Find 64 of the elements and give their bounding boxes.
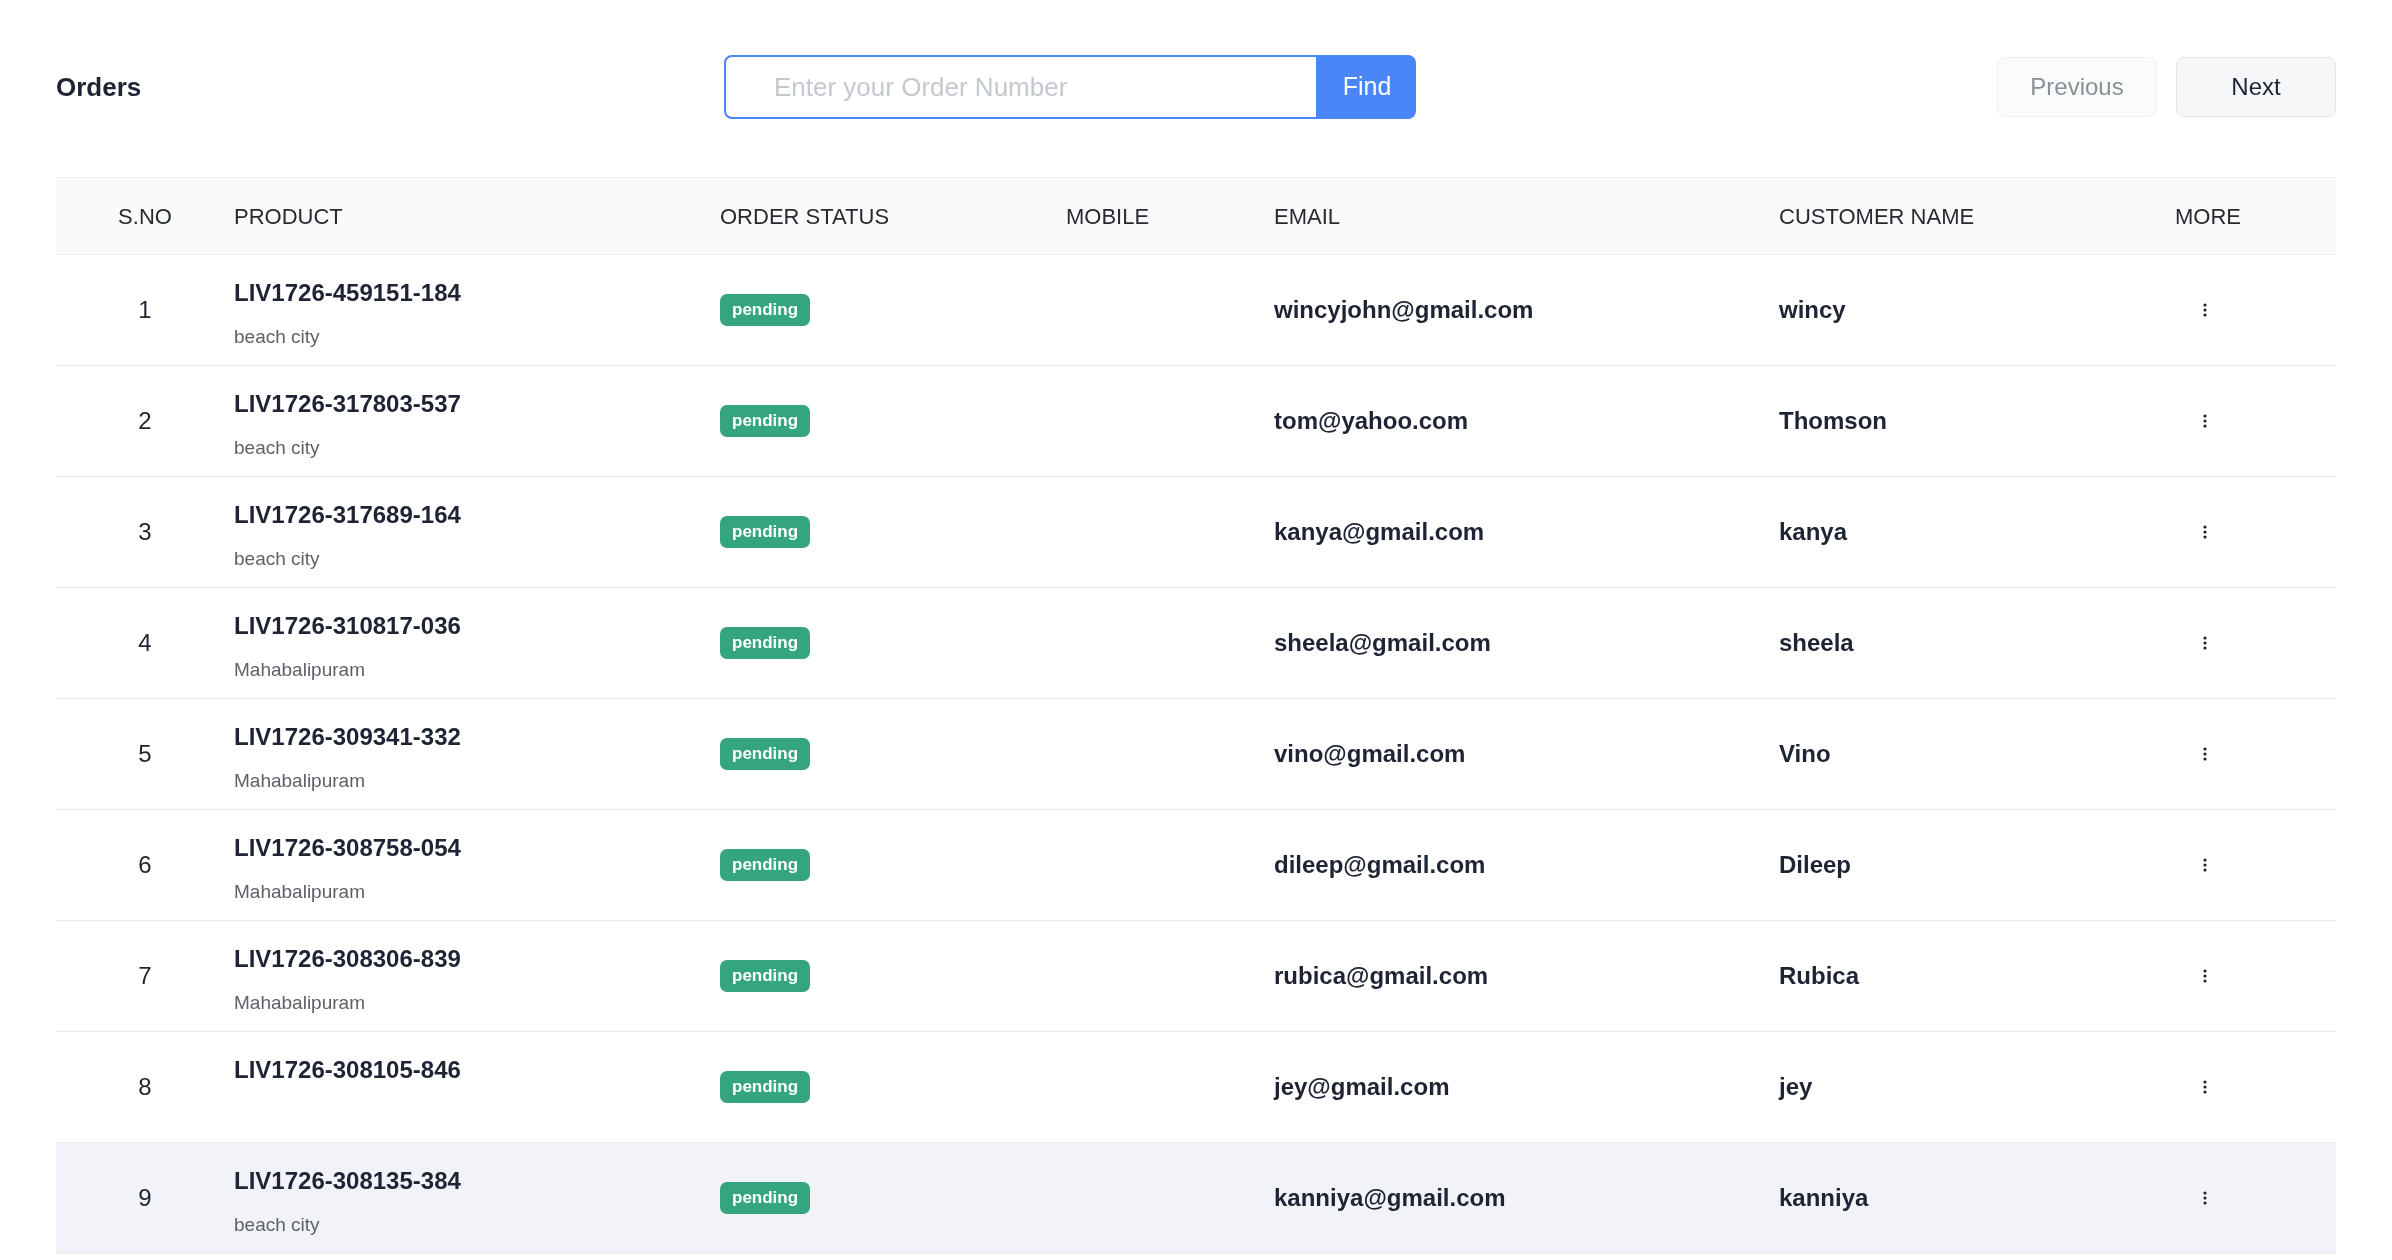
customer-name: kanniya <box>1779 1183 1869 1213</box>
email-text: dileep@gmail.com <box>1274 850 1486 880</box>
order-number: LIV1726-308105-846 <box>234 1055 461 1085</box>
status-badge: pending <box>720 1182 811 1214</box>
serial-number: 6 <box>138 850 152 880</box>
column-header: ORDER STATUS <box>720 202 890 231</box>
order-location: Mahabalipuram <box>234 769 365 793</box>
customer-name: sheela <box>1779 628 1854 658</box>
order-number: LIV1726-317803-537 <box>234 389 461 419</box>
customer-name: kanya <box>1779 517 1848 547</box>
status-badge: pending <box>720 627 811 659</box>
serial-number: 4 <box>138 628 152 658</box>
status-badge: pending <box>720 738 811 770</box>
status-badge: pending <box>720 516 811 548</box>
serial-number: 1 <box>138 295 152 325</box>
search-field[interactable]: Enter your Order Number <box>724 55 1318 119</box>
order-number: LIV1726-310817-036 <box>234 611 461 641</box>
serial-number: 5 <box>138 739 152 769</box>
serial-number: 2 <box>138 406 152 436</box>
column-header: EMAIL <box>1274 202 1341 231</box>
order-number: LIV1726-459151-184 <box>234 278 461 308</box>
status-badge: pending <box>720 960 811 992</box>
status-badge: pending <box>720 1071 811 1103</box>
page-title: Orders <box>56 70 142 104</box>
customer-name: Thomson <box>1779 406 1887 436</box>
order-location: Mahabalipuram <box>234 658 365 682</box>
serial-number: 8 <box>138 1072 152 1102</box>
email-text: vino@gmail.com <box>1274 739 1466 769</box>
order-number: LIV1726-317689-164 <box>234 500 461 530</box>
column-header: MOBILE <box>1066 202 1150 231</box>
email-text: jey@gmail.com <box>1274 1072 1450 1102</box>
customer-name: Dileep <box>1779 850 1852 880</box>
serial-number: 9 <box>138 1183 152 1213</box>
status-badge: pending <box>720 405 811 437</box>
column-header: MORE <box>2175 202 2241 231</box>
order-number: LIV1726-309341-332 <box>234 722 461 752</box>
table-row[interactable]: 9 LIV1726-308135-384 beach city pending kanniya@gmail.com kanniya <box>56 1143 2336 1254</box>
order-number: LIV1726-308135-384 <box>234 1166 461 1196</box>
customer-name: wincy <box>1779 295 1846 325</box>
customer-name: jey <box>1779 1072 1813 1102</box>
serial-number: 7 <box>138 961 152 991</box>
order-number: LIV1726-308758-054 <box>234 833 461 863</box>
order-location: Mahabalipuram <box>234 880 365 904</box>
order-location: Mahabalipuram <box>234 991 365 1015</box>
email-text: sheela@gmail.com <box>1274 628 1491 658</box>
status-badge: pending <box>720 849 811 881</box>
order-location: beach city <box>234 1213 320 1237</box>
status-badge: pending <box>720 294 811 326</box>
customer-name: Vino <box>1779 739 1831 769</box>
customer-name: Rubica <box>1779 961 1859 991</box>
email-text: kanniya@gmail.com <box>1274 1183 1506 1213</box>
order-number: LIV1726-308306-839 <box>234 944 461 974</box>
order-location: beach city <box>234 325 320 349</box>
column-header: CUSTOMER NAME <box>1779 202 1975 231</box>
order-location: beach city <box>234 547 320 571</box>
serial-number: 3 <box>138 517 152 547</box>
column-header: PRODUCT <box>234 202 343 231</box>
email-text: tom@yahoo.com <box>1274 406 1469 436</box>
email-text: kanya@gmail.com <box>1274 517 1485 547</box>
order-location: beach city <box>234 436 320 460</box>
email-text: wincyjohn@gmail.com <box>1274 295 1534 325</box>
next-button[interactable]: Next <box>2176 57 2336 117</box>
column-header: S.NO <box>118 202 172 231</box>
email-text: rubica@gmail.com <box>1274 961 1489 991</box>
